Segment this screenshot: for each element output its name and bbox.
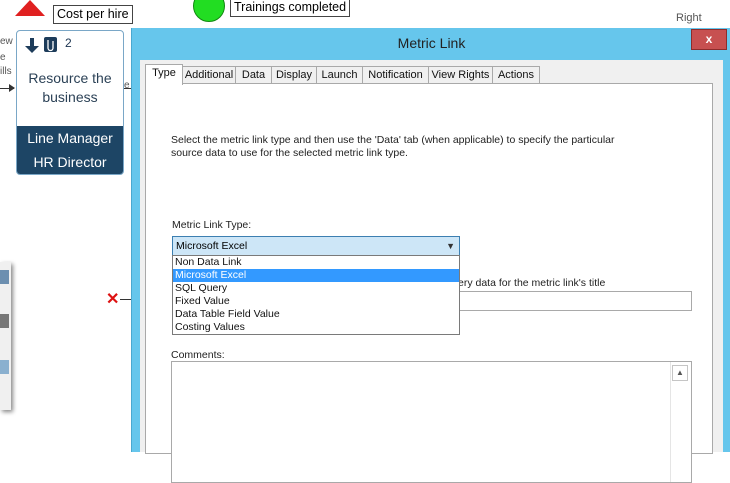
- option-microsoft-excel[interactable]: Microsoft Excel: [173, 269, 459, 282]
- type-description: Select the metric link type and then use…: [171, 134, 615, 159]
- metric-link-type-label: Metric Link Type:: [172, 219, 252, 231]
- process-roles: Line Manager HR Director: [17, 126, 123, 174]
- connector-letter: e: [124, 80, 130, 91]
- option-costing-values[interactable]: Costing Values: [173, 321, 459, 334]
- close-button[interactable]: x: [691, 29, 727, 50]
- broken-link-icon[interactable]: ✕: [106, 292, 119, 308]
- thumbnail-image-2: [0, 314, 9, 328]
- option-data-table-field-value[interactable]: Data Table Field Value: [173, 308, 459, 321]
- dialog-title: Metric Link: [397, 35, 466, 51]
- process-number: 2: [65, 36, 72, 50]
- side-thumbnail-panel: [0, 262, 11, 410]
- cost-per-hire-marker: [15, 0, 45, 16]
- right-label: Right: [676, 12, 702, 24]
- cost-per-hire-label: Cost per hire: [53, 5, 133, 24]
- scroll-up-arrow-icon[interactable]: ▲: [672, 365, 688, 381]
- comments-label: Comments:: [171, 349, 225, 361]
- download-arrow-icon: [25, 38, 39, 53]
- tab-additional[interactable]: Additional: [182, 66, 236, 84]
- dialog-titlebar[interactable]: Metric Link x: [132, 28, 730, 58]
- role-hr-director: HR Director: [33, 154, 107, 170]
- title-query-label: ery data for the metric link's title: [458, 277, 606, 289]
- tab-type[interactable]: Type: [145, 64, 183, 85]
- trainings-completed-label: Trainings completed: [230, 0, 351, 17]
- trainings-completed-marker: [193, 0, 225, 22]
- tab-notification[interactable]: Notification: [362, 66, 429, 84]
- option-non-data-link[interactable]: Non Data Link: [173, 256, 459, 269]
- tab-display[interactable]: Display: [271, 66, 317, 84]
- tab-launch[interactable]: Launch: [316, 66, 363, 84]
- connector-arrow-icon: [9, 84, 15, 92]
- tab-view-rights[interactable]: View Rights: [428, 66, 493, 84]
- process-title: Resource the business: [28, 70, 112, 105]
- metric-link-type-value: Microsoft Excel: [176, 240, 248, 252]
- process-box-resource-the-business[interactable]: 2 Resource the business Line Manager HR …: [16, 30, 124, 175]
- role-line-manager: Line Manager: [27, 130, 113, 146]
- metric-link-dialog: Metric Link x Type Additional Data Displ…: [131, 28, 730, 483]
- comments-textarea[interactable]: ▲: [171, 361, 692, 483]
- type-tab-page: Select the metric link type and then use…: [145, 83, 713, 483]
- thumbnail-image-3: [0, 360, 9, 374]
- option-sql-query[interactable]: SQL Query: [173, 282, 459, 295]
- thumbnail-image-1: [0, 270, 9, 284]
- left-fragment-3: ills: [0, 66, 12, 77]
- metric-link-type-select[interactable]: Microsoft Excel ▼: [172, 236, 460, 256]
- dialog-client-area: Type Additional Data Display Launch Noti…: [140, 60, 723, 483]
- left-fragment-1: ew: [0, 36, 13, 47]
- option-fixed-value[interactable]: Fixed Value: [173, 295, 459, 308]
- chevron-down-icon[interactable]: ▼: [446, 237, 455, 255]
- metric-link-type-dropdown: Non Data Link Microsoft Excel SQL Query …: [172, 255, 460, 335]
- tab-actions[interactable]: Actions: [492, 66, 540, 84]
- title-query-input[interactable]: [458, 291, 692, 311]
- left-fragment-2: e: [0, 52, 6, 63]
- tab-data[interactable]: Data: [235, 66, 272, 84]
- attachment-icon: [44, 37, 57, 52]
